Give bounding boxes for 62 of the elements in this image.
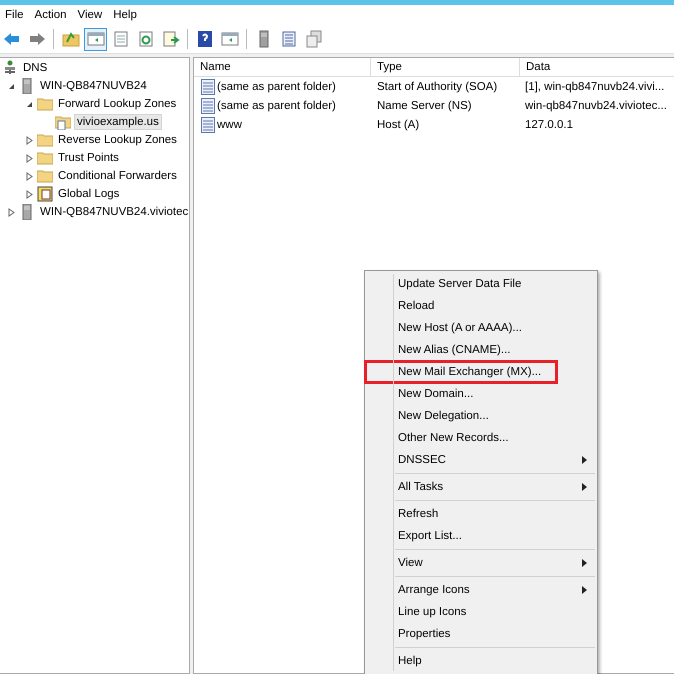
expand-arrow-icon[interactable] — [24, 190, 34, 198]
menu-item[interactable]: Arrange Icons — [365, 579, 597, 601]
menu-item[interactable]: Reload — [365, 295, 597, 317]
record-icon — [201, 78, 215, 94]
pane-icon[interactable] — [84, 28, 107, 50]
tree-item[interactable]: Conditional Forwarders — [56, 169, 179, 183]
menu-item[interactable]: New Host (A or AAAA)... — [365, 317, 597, 339]
menu-item[interactable]: New Delegation... — [365, 405, 597, 427]
menu-item[interactable]: View — [365, 552, 597, 574]
menu-item[interactable]: Other New Records... — [365, 427, 597, 449]
column-header[interactable]: Name — [194, 58, 371, 76]
submenu-arrow-icon — [582, 483, 587, 491]
table-cell: Start of Authority (SOA) — [377, 80, 498, 92]
column-header[interactable]: Data — [520, 58, 674, 76]
tree-item[interactable]: WIN-QB847NUVB24 — [38, 79, 149, 93]
tree-item[interactable]: DNS — [21, 61, 50, 75]
menu-item[interactable]: New Mail Exchanger (MX)... — [365, 361, 557, 383]
menu-item[interactable]: DNSSEC — [365, 449, 597, 471]
tree-item[interactable]: vivioexample.us — [74, 114, 162, 130]
table-cell: Host (A) — [377, 118, 420, 130]
table-cell: Name Server (NS) — [377, 100, 472, 112]
submenu-arrow-icon — [582, 586, 587, 594]
menu-item[interactable]: Refresh — [365, 503, 597, 525]
folder-icon — [37, 132, 53, 148]
menu-item[interactable]: All Tasks — [365, 476, 597, 498]
submenu-arrow-icon — [582, 559, 587, 567]
menu-item[interactable]: Help — [110, 9, 145, 21]
folder-icon — [37, 150, 53, 166]
menu-item[interactable]: Action — [32, 9, 74, 21]
record-icon — [201, 98, 215, 114]
menu-item[interactable]: Update Server Data File — [365, 273, 597, 295]
tree-item[interactable]: WIN-QB847NUVB24.viviotec — [38, 205, 190, 219]
tree-item[interactable]: Global Logs — [56, 187, 122, 201]
submenu-arrow-icon — [582, 456, 587, 464]
log-icon — [37, 186, 53, 202]
expand-arrow-icon[interactable] — [24, 154, 34, 162]
table-cell: (same as parent folder) — [217, 100, 336, 112]
expand-arrow-icon[interactable] — [6, 208, 16, 216]
menu-item[interactable]: New Alias (CNAME)... — [365, 339, 597, 361]
table-cell: www — [217, 118, 242, 130]
menu-item[interactable]: Export List... — [365, 525, 597, 547]
column-header[interactable]: Type — [371, 58, 520, 76]
expand-arrow-icon[interactable] — [24, 172, 34, 180]
tree-item[interactable]: Forward Lookup Zones — [56, 97, 178, 111]
record-icon — [201, 116, 215, 132]
table-cell: (same as parent folder) — [217, 80, 336, 92]
folder-icon — [37, 168, 53, 184]
menu-item[interactable]: File — [2, 9, 32, 21]
menu-item[interactable]: Properties — [365, 623, 597, 645]
folder-document-icon — [55, 114, 71, 130]
menu-item[interactable]: New Domain... — [365, 383, 597, 405]
table-cell: 127.0.0.1 — [525, 118, 573, 130]
menu-item[interactable]: Help — [365, 650, 597, 672]
tree-item[interactable]: Trust Points — [56, 151, 121, 165]
folder-icon — [37, 96, 53, 112]
network-icon — [2, 60, 18, 76]
menu-item[interactable]: View — [74, 9, 110, 21]
tree-item[interactable]: Reverse Lookup Zones — [56, 133, 179, 147]
menu-item[interactable]: Line up Icons — [365, 601, 597, 623]
expand-arrow-icon[interactable] — [24, 136, 34, 144]
table-cell: [1], win-qb847nuvb24.vivi... — [525, 80, 664, 92]
table-cell: win-qb847nuvb24.viviotec... — [525, 100, 667, 112]
